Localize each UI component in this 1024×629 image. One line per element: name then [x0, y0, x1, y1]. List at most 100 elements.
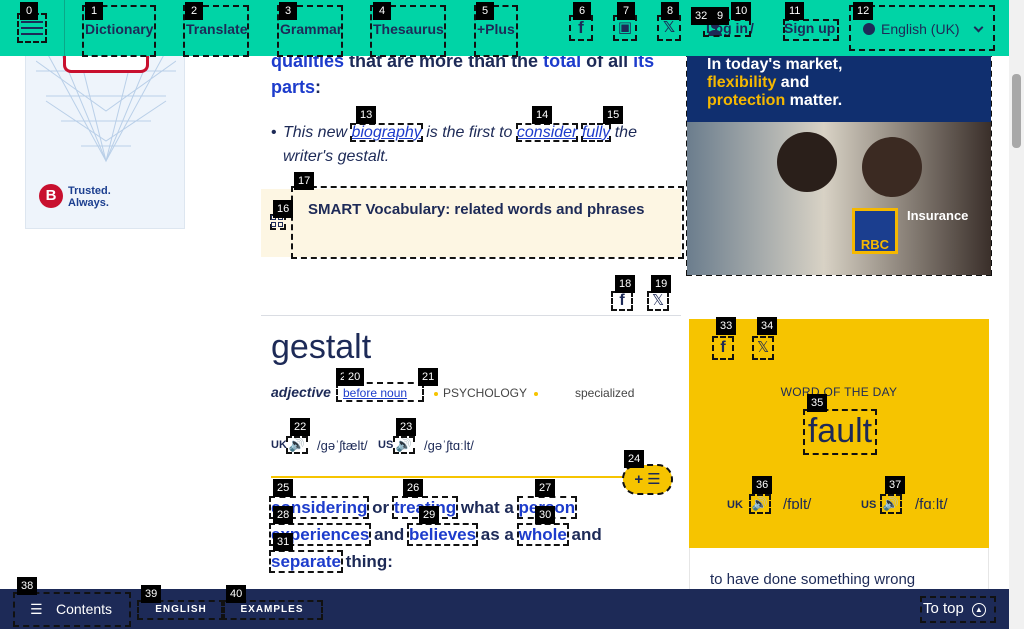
- sign-up-link[interactable]: Sign up: [783, 19, 839, 41]
- marker-tag: 4: [373, 2, 391, 20]
- us-ipa: /ɡəˈʃtɑːlt/: [424, 438, 474, 453]
- login-separator: /: [750, 20, 754, 36]
- marker-tag: 21: [418, 368, 439, 386]
- marker-tag: 34: [757, 317, 778, 335]
- ad-photo: [687, 122, 991, 275]
- us-audio-icon[interactable]: 🔊: [393, 436, 415, 454]
- marker-tag: 2: [185, 2, 203, 20]
- marker-tag: 40: [226, 585, 247, 603]
- marker-tag: 37: [885, 476, 906, 494]
- word-link[interactable]: parts: [271, 77, 315, 97]
- rbc-logo: RBC: [852, 208, 898, 254]
- word-link-separate[interactable]: separate: [269, 550, 343, 573]
- wotd-uk-audio-icon[interactable]: 🔊: [749, 494, 771, 514]
- smart-vocabulary-link[interactable]: SMART Vocabulary: related words and phra…: [291, 186, 684, 259]
- marker-tag: 36: [752, 476, 773, 494]
- facebook-share-icon[interactable]: f: [611, 291, 633, 311]
- marker-tag: 22: [290, 418, 311, 436]
- domain-label: PSYCHOLOGY: [443, 386, 528, 400]
- word-link-biography[interactable]: biography: [350, 123, 423, 142]
- marker-tag: 11: [785, 2, 805, 20]
- wotd-title: WORD OF THE DAY: [780, 385, 898, 399]
- marker-tag: 23: [396, 418, 417, 436]
- right-advertisement[interactable]: In today's market, flexibility and protect…: [686, 21, 992, 276]
- marker-tag: 6: [573, 2, 591, 20]
- marker-tag: 15: [603, 106, 624, 124]
- wotd-word-link[interactable]: fault: [803, 409, 877, 455]
- wotd-us-audio-icon[interactable]: 🔊: [880, 494, 902, 514]
- word-of-the-day: f 𝕏 WORD OF THE DAY fault UK 🔊 /fɒlt/ US…: [689, 319, 989, 548]
- marker-tag: 24: [624, 450, 645, 468]
- facebook-share-icon[interactable]: f: [712, 336, 734, 360]
- word-link-consider[interactable]: consider: [515, 123, 579, 142]
- part-of-speech-line: adjective before noun PSYCHOLOGY special…: [271, 382, 671, 402]
- part-of-speech: adjective: [271, 384, 331, 400]
- marker-tag: 9: [711, 7, 729, 25]
- marker-tag: 16: [273, 200, 294, 218]
- smart-vocabulary-box: SMART Vocabulary: related words and phra…: [261, 186, 684, 259]
- marker-tag: 35: [807, 394, 828, 412]
- marker-tag: 32: [691, 7, 712, 25]
- ad-tagline: Trusted. Always.: [68, 185, 111, 209]
- marker-tag: 7: [617, 2, 635, 20]
- x-share-icon[interactable]: 𝕏: [752, 336, 774, 360]
- label-dot: [534, 392, 538, 396]
- tab-examples[interactable]: EXAMPLES: [221, 600, 323, 620]
- tab-english[interactable]: ENGLISH: [137, 600, 225, 620]
- marker-tag: 19: [651, 275, 672, 293]
- uk-audio-icon[interactable]: 🔊: [286, 436, 308, 454]
- definition-divider: [271, 476, 623, 478]
- marker-tag: 27: [535, 479, 556, 497]
- contents-button[interactable]: ☰ Contents: [13, 592, 131, 627]
- ad-headline: In today's market, flexibility and protect…: [707, 56, 843, 109]
- bullet: •: [271, 124, 277, 141]
- marker-tag: 25: [273, 479, 294, 497]
- marker-tag: 18: [615, 275, 636, 293]
- word-link-whole[interactable]: whole: [516, 523, 569, 546]
- ad-photo-person: [862, 137, 922, 197]
- language-label: English (UK): [881, 21, 960, 37]
- header-divider: [64, 0, 65, 56]
- marker-tag: 5: [476, 2, 494, 20]
- marker-tag: 38: [17, 577, 38, 595]
- marker-tag: 28: [273, 506, 294, 524]
- to-top-button[interactable]: To top ▲: [920, 596, 996, 623]
- us-pronunciation: US 🔊 /ɡəˈʃtɑːlt/: [378, 436, 474, 454]
- ad-product: Insurance: [907, 208, 969, 223]
- label-dot: [434, 392, 438, 396]
- uk-ipa: /ɡəˈʃtælt/: [317, 438, 368, 453]
- word-link-believes[interactable]: believes: [406, 523, 479, 546]
- marker-tag: 33: [716, 317, 737, 335]
- list-icon: ☰: [30, 601, 43, 617]
- marker-tag: 0: [20, 2, 38, 20]
- word-link-fully[interactable]: fully: [580, 123, 612, 142]
- marker-tag: 31: [273, 533, 294, 551]
- globe-icon: [863, 23, 875, 35]
- marker-tag: 17: [294, 172, 315, 190]
- wotd-uk-pronunciation: UK 🔊 /fɒlt/: [727, 494, 812, 514]
- marker-tag: 20: [344, 368, 365, 386]
- arrow-up-icon: ▲: [971, 603, 986, 617]
- register-label: specialized: [575, 386, 635, 400]
- marker-tag: 26: [403, 479, 424, 497]
- marker-tag: 8: [661, 2, 679, 20]
- example-sentence: • This new biography is the first to con…: [271, 121, 671, 169]
- marker-tag: 1: [85, 2, 103, 20]
- add-to-wordlist-button[interactable]: + ☰: [622, 464, 673, 495]
- x-share-icon[interactable]: 𝕏: [647, 291, 669, 311]
- marker-tag: 3: [279, 2, 297, 20]
- marker-tag: 29: [419, 506, 440, 524]
- marker-tag: 30: [535, 506, 556, 524]
- headword: gestalt: [271, 328, 372, 366]
- marker-tag: 14: [532, 106, 553, 124]
- marker-tag: 39: [141, 585, 162, 603]
- marker-tag: 13: [356, 106, 377, 124]
- chevron-down-icon: [974, 22, 984, 33]
- marker-tag: 10: [731, 2, 752, 20]
- definition-text: considering or treating what a person ex…: [268, 496, 602, 573]
- ad-photo-person: [777, 132, 837, 192]
- scrollbar-thumb[interactable]: [1012, 74, 1021, 148]
- section-divider: [261, 315, 681, 316]
- bank-logo-icon: B: [39, 184, 63, 208]
- uk-pronunciation: UK 🔊 /ɡəˈʃtælt/: [271, 436, 368, 454]
